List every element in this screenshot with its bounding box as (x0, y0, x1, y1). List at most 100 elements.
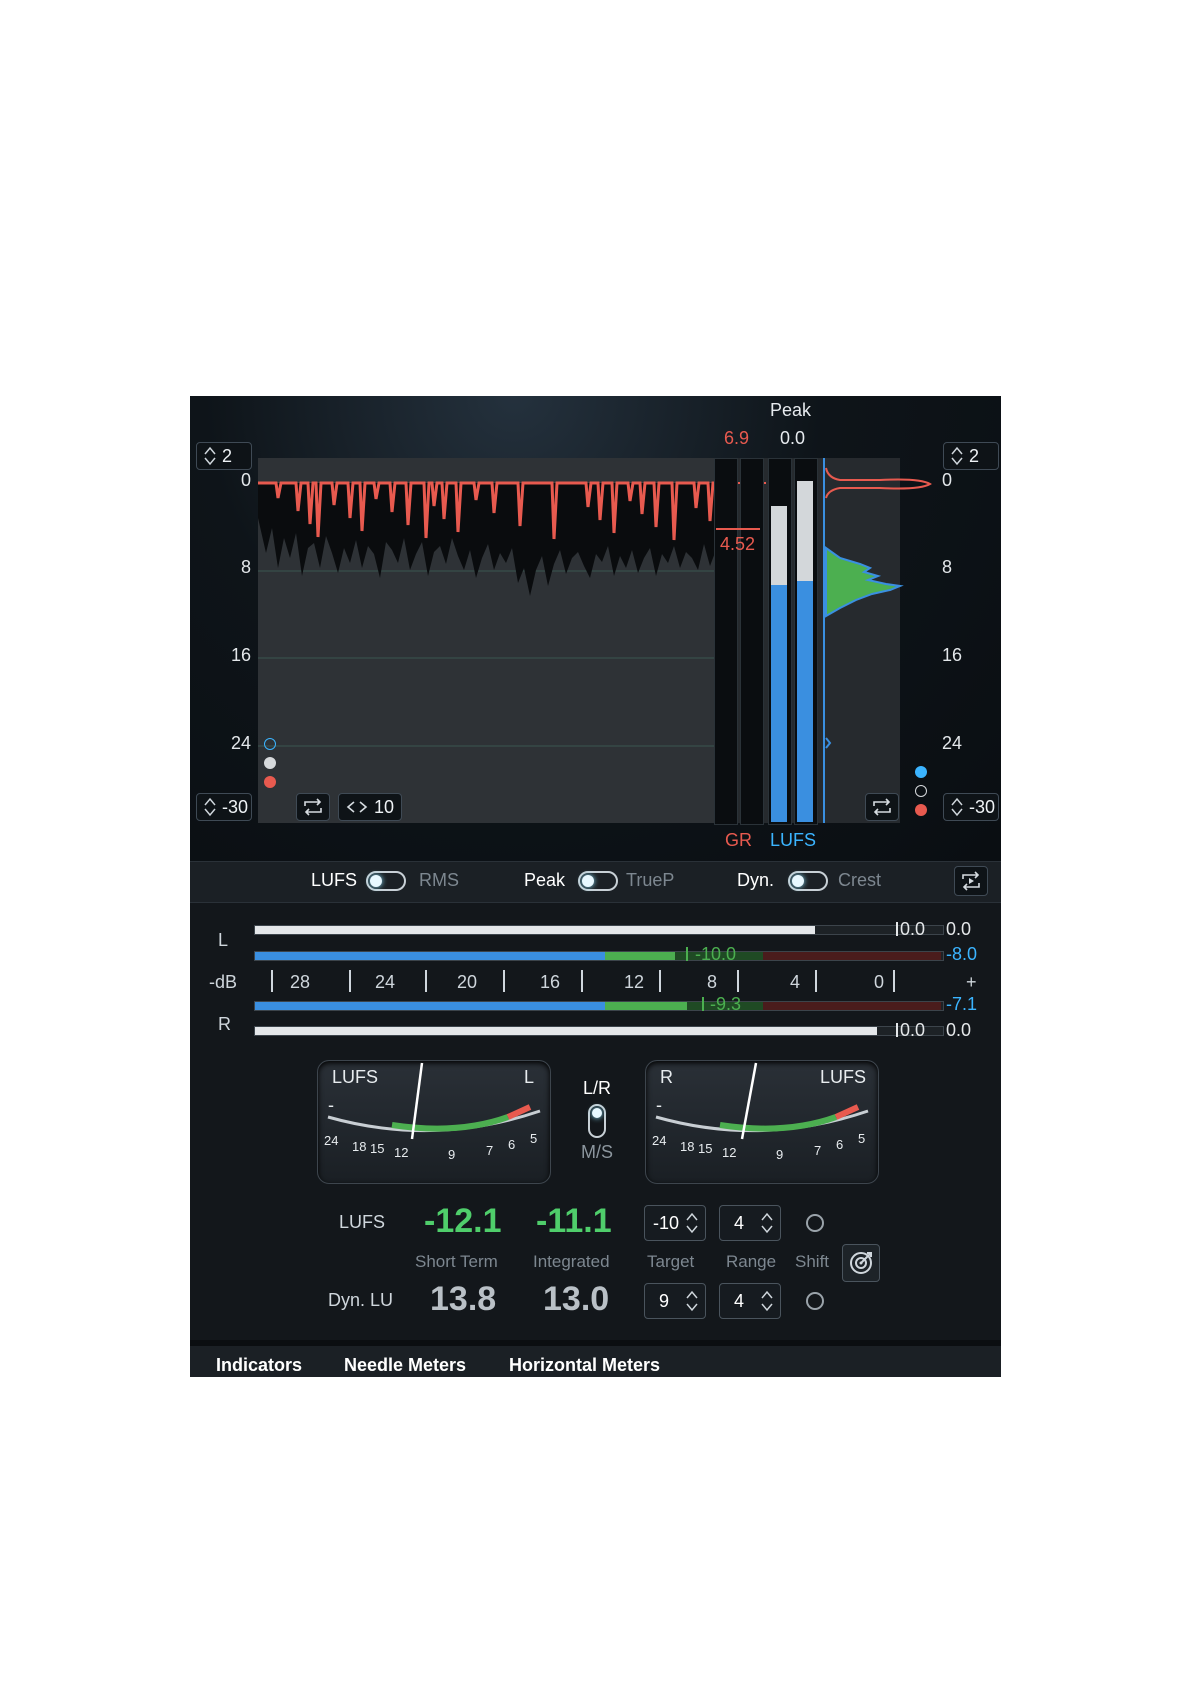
meter-R-label: R (218, 1014, 231, 1034)
updown-icon (761, 1212, 773, 1234)
integrated-label: Integrated (533, 1252, 610, 1271)
R-lufs-marker: -9.3 (710, 994, 742, 1014)
tab-indicators[interactable]: Indicators (216, 1355, 302, 1376)
updown-icon (204, 797, 216, 817)
needle-scale-label: 5 (858, 1131, 866, 1146)
left-top-stepper[interactable]: 2 (196, 442, 252, 470)
view-dot-white[interactable] (264, 757, 276, 769)
hist-dot-white[interactable] (915, 785, 927, 797)
dyn-short-value: 13.8 (430, 1280, 497, 1318)
needle-scale-label: 18 (680, 1139, 695, 1154)
R-peak-value: 0.0 (946, 1020, 972, 1040)
L-peak-value: 0.0 (946, 919, 972, 939)
view-dot-red[interactable] (264, 776, 276, 788)
left-loop-button[interactable] (296, 793, 330, 821)
L-lufs-marker: -10.0 (695, 944, 737, 964)
left-right-arrows-icon (346, 801, 368, 813)
needle-scale-label: 15 (698, 1141, 713, 1156)
updown-icon (686, 1212, 698, 1234)
range-value: 4 (734, 1213, 745, 1233)
needle-scale-label: 7 (486, 1143, 494, 1158)
tab-horizontal-meters[interactable]: Horizontal Meters (509, 1355, 660, 1376)
db-scale-label: 8 (707, 972, 718, 992)
gr-meter-right (740, 458, 764, 825)
dyn-indicator-radio[interactable] (806, 1292, 824, 1310)
target-spinbox[interactable]: -10 (644, 1205, 706, 1241)
hist-dot-red[interactable] (915, 804, 927, 816)
needle-scale-label: 15 (370, 1141, 385, 1156)
updown-icon (761, 1290, 773, 1312)
view-dot-blue[interactable] (264, 738, 276, 750)
L-peak-hold (896, 922, 898, 936)
db-scale-label: 20 (457, 972, 478, 992)
gr-marker-line (716, 528, 760, 530)
dyn-integrated-value: 13.0 (543, 1280, 610, 1318)
reset-play-button[interactable] (954, 866, 988, 896)
needle-scale-label: 9 (448, 1147, 456, 1162)
gr-label: GR (725, 830, 752, 850)
needle-scale-label: 12 (722, 1145, 737, 1160)
needle-scale-label: 24 (652, 1133, 667, 1148)
L-peak-marker: 0.0 (900, 919, 926, 939)
loop-icon (304, 798, 322, 816)
L-lufs-fill-blue (255, 952, 605, 960)
axis-left-0: 0 (241, 470, 252, 490)
right-top-stepper[interactable]: 2 (943, 442, 999, 470)
db-scale-label: 4 (790, 972, 801, 992)
R-peak-marker: 0.0 (900, 1020, 926, 1040)
gr-max-value: 6.9 (724, 428, 750, 448)
R-lufs-hold (702, 997, 704, 1011)
loudness-meter-plugin: Peak 6.9 0.0 2 -30 2 -30 0 8 16 24 0 8 1… (190, 396, 1001, 1377)
target-value: -10 (653, 1213, 680, 1233)
db-scale-label: 16 (540, 972, 561, 992)
lufs-meter-left (768, 458, 792, 825)
time-window-stepper[interactable]: 10 (338, 793, 402, 821)
dyn-target-value: 9 (659, 1291, 670, 1311)
target-label: Target (647, 1252, 695, 1271)
needle-meter-left: LUFS L - 24 18 15 12 9 7 6 5 (317, 1060, 551, 1184)
toggle-knob (792, 875, 804, 887)
L-lufs-hold (686, 947, 688, 961)
right-bottom-stepper[interactable]: -30 (943, 793, 999, 821)
updown-icon (951, 797, 963, 817)
short-term-value: -12.1 (424, 1202, 502, 1240)
lr-ms-toggle[interactable] (588, 1104, 606, 1138)
dyn-target-spinbox[interactable]: 9 (644, 1283, 706, 1319)
R-lufs-value: -7.1 (946, 994, 978, 1014)
mode-crest-label: Crest (838, 870, 882, 890)
lr-label: L/R (583, 1078, 612, 1098)
db-scale (271, 970, 895, 992)
R-lufs-fill-green (605, 1002, 687, 1010)
needle-scale-label: 9 (776, 1147, 784, 1162)
L-lufs-value: -8.0 (946, 944, 978, 964)
axis-right-24: 24 (942, 733, 963, 753)
range-label: Range (726, 1252, 777, 1271)
mode-truep-label: TrueP (626, 870, 675, 890)
tab-needle-meters[interactable]: Needle Meters (344, 1355, 466, 1376)
toggle-knob (370, 875, 382, 887)
lufs-indicator-radio[interactable] (806, 1214, 824, 1232)
toggle-knob (592, 1108, 602, 1118)
loop-play-icon (962, 871, 980, 891)
dyn-range-spinbox[interactable]: 4 (719, 1283, 781, 1319)
L-lufs-range-red (763, 952, 941, 960)
shift-target-button[interactable] (842, 1244, 880, 1282)
axis-right-16: 16 (942, 645, 963, 665)
target-icon (850, 1252, 872, 1274)
R-peak-hold (896, 1023, 898, 1037)
hist-dot-blue[interactable] (915, 766, 927, 778)
dyn-range-value: 4 (734, 1291, 745, 1311)
needle-meter-right: R LUFS - 24 18 15 12 9 7 6 5 (645, 1060, 879, 1184)
left-bottom-stepper[interactable]: -30 (196, 793, 252, 821)
dyn-lu-label: Dyn. LU (328, 1290, 394, 1310)
right-loop-button[interactable] (865, 793, 899, 821)
ms-label: M/S (581, 1142, 614, 1162)
needle-scale-label: 6 (508, 1137, 516, 1152)
needle-scale-label: 24 (324, 1133, 339, 1148)
mode-peak-label: Peak (524, 870, 566, 890)
range-spinbox[interactable]: 4 (719, 1205, 781, 1241)
lufs-rms-toggle[interactable] (366, 871, 406, 891)
peak-truep-toggle[interactable] (578, 871, 618, 891)
axis-left-24: 24 (231, 733, 252, 753)
dyn-crest-toggle[interactable] (788, 871, 828, 891)
